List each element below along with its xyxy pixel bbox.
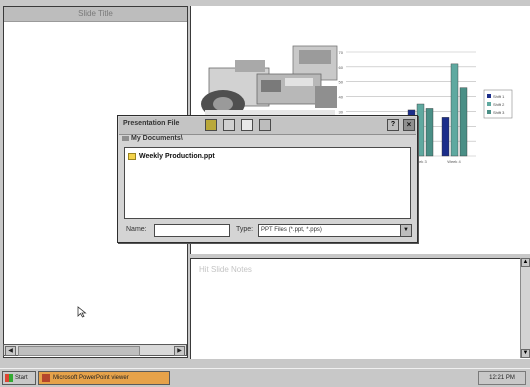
close-icon[interactable]: × — [403, 119, 415, 131]
notes-vertical-scrollbar[interactable]: ▲ ▼ — [520, 258, 530, 358]
file-type-value: PPT Files (*.ppt, *.pps) — [261, 227, 322, 233]
y-tick-label: 50 — [339, 80, 344, 85]
start-logo-icon — [5, 374, 13, 382]
dialog-title: Presentation File — [123, 120, 180, 127]
machine-image — [195, 44, 345, 120]
chart-bar — [416, 103, 425, 157]
file-name-input[interactable] — [154, 224, 230, 237]
chart-bar — [425, 108, 434, 157]
x-category-label: Week 4 — [447, 159, 461, 164]
type-label: Type: — [236, 226, 254, 233]
file-type-select[interactable]: PPT Files (*.ppt, *.pps) ▼ — [258, 224, 412, 237]
folder-path: My Documents\ — [122, 135, 412, 146]
taskbar: Start Microsoft PowerPoint viewer 12:21 … — [0, 368, 530, 387]
y-tick-label: 40 — [339, 95, 344, 100]
ppt-file-icon — [128, 152, 136, 160]
y-tick-label: 30 — [339, 109, 344, 114]
detail-view-icon[interactable] — [259, 119, 271, 131]
up-icon[interactable] — [223, 119, 235, 131]
scroll-down-icon[interactable]: ▼ — [521, 349, 530, 358]
y-tick-label: 70 — [339, 50, 344, 55]
name-label: Name: — [126, 226, 147, 233]
legend-swatch — [487, 102, 491, 106]
desktop: Slide Title ◀ ▶ 706050403020100 Week 3We… — [0, 0, 530, 387]
legend-swatch — [487, 110, 491, 114]
outline-horizontal-scrollbar[interactable]: ◀ ▶ — [3, 344, 187, 356]
file-list[interactable]: Weekly Production.ppt — [124, 147, 411, 219]
legend-label: Shift 2 — [493, 102, 505, 107]
path-folder-icon — [122, 135, 129, 141]
system-clock: 12:21 PM — [478, 371, 526, 385]
outline-pane-title: Slide Title — [4, 7, 187, 22]
chart-bar — [441, 117, 450, 157]
legend-label: Shift 3 — [493, 110, 505, 115]
presentation-file-dialog[interactable]: Presentation File ? × My Documents\ Week… — [117, 115, 418, 243]
file-item-label: Weekly Production.ppt — [139, 153, 215, 160]
scrollbar-thumb[interactable] — [18, 346, 140, 356]
dialog-titlebar[interactable]: Presentation File ? × — [119, 117, 416, 135]
powerpoint-icon — [42, 374, 50, 382]
taskbar-app-label: Microsoft PowerPoint viewer — [53, 375, 129, 381]
start-button[interactable]: Start — [2, 371, 36, 385]
chart-bar — [450, 63, 459, 157]
start-label: Start — [15, 375, 28, 381]
legend-swatch — [487, 94, 491, 98]
list-view-icon[interactable] — [241, 119, 253, 131]
y-tick-label: 60 — [339, 65, 344, 70]
notes-pane[interactable]: Hit Slide Notes — [190, 258, 530, 359]
path-label: My Documents\ — [131, 135, 183, 142]
scroll-left-icon[interactable]: ◀ — [5, 346, 16, 356]
scroll-right-icon[interactable]: ▶ — [174, 346, 185, 356]
mouse-cursor-icon — [77, 306, 87, 318]
file-item[interactable]: Weekly Production.ppt — [128, 151, 215, 162]
chevron-down-icon[interactable]: ▼ — [400, 225, 411, 236]
chart-bar — [459, 87, 468, 157]
help-icon[interactable]: ? — [387, 119, 399, 131]
taskbar-app-button[interactable]: Microsoft PowerPoint viewer — [38, 371, 170, 385]
scroll-up-icon[interactable]: ▲ — [521, 258, 530, 267]
legend-label: Shift 1 — [493, 94, 505, 99]
folder-icon[interactable] — [205, 119, 217, 131]
notes-placeholder: Hit Slide Notes — [199, 265, 252, 274]
